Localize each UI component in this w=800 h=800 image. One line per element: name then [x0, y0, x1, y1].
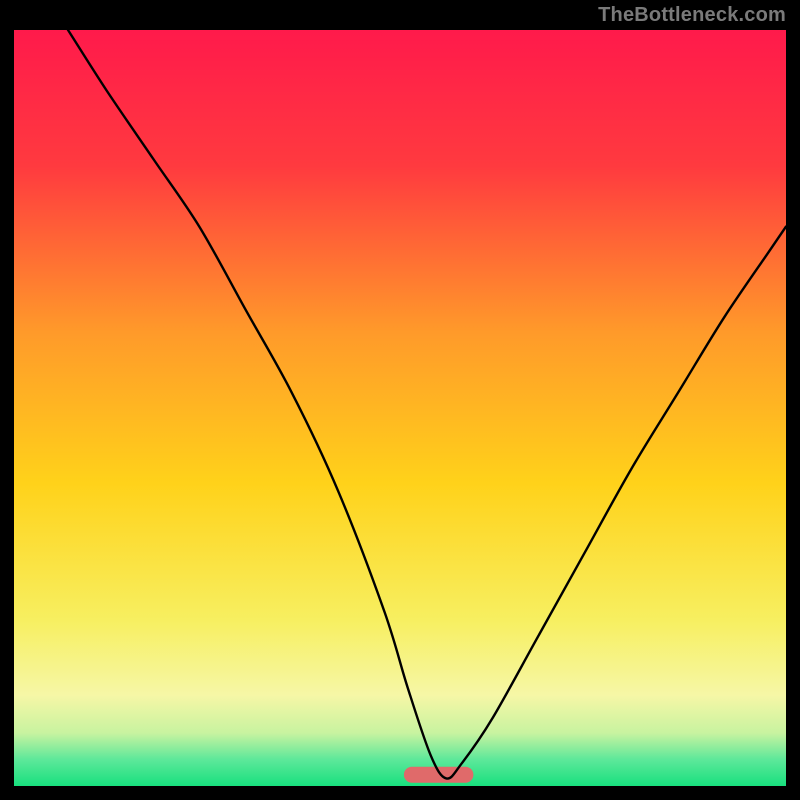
optimal-marker — [404, 767, 474, 783]
watermark-text: TheBottleneck.com — [598, 4, 786, 27]
gradient-background — [14, 30, 786, 786]
chart-plot-area — [14, 30, 786, 786]
chart-frame: TheBottleneck.com — [0, 0, 800, 800]
chart-svg — [14, 30, 786, 786]
